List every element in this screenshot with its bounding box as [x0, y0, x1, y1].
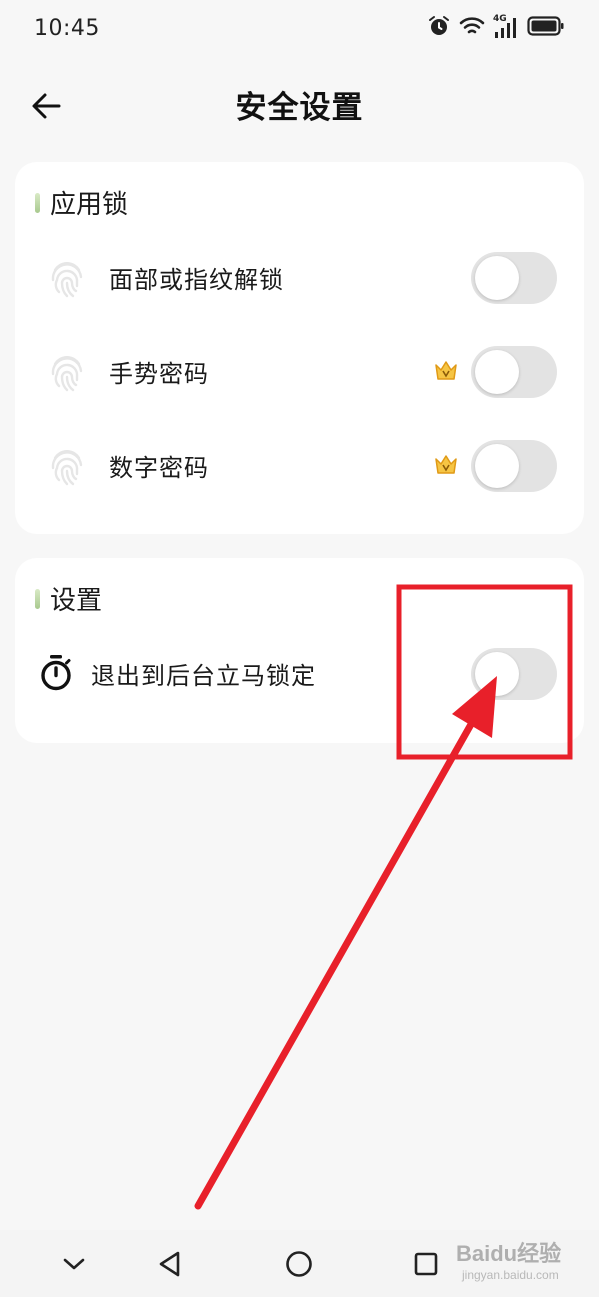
toggle-knob	[475, 350, 519, 394]
nav-collapse-button[interactable]	[54, 1244, 94, 1284]
wifi-icon	[459, 15, 485, 41]
signal-icon: 4G	[493, 14, 519, 40]
fingerprint-icon	[51, 356, 83, 392]
toggle-knob	[475, 652, 519, 696]
lock-on-background-label: 退出到后台立马锁定	[91, 662, 316, 690]
recents-square-icon	[414, 1252, 438, 1276]
app-lock-card: 应用锁 面部或指纹解锁 手势密码 数字密码	[15, 162, 584, 534]
section-accent-bar	[35, 192, 40, 213]
settings-section-header: 设置	[35, 580, 102, 617]
battery-icon	[527, 15, 565, 41]
face-fingerprint-unlock-row[interactable]: 面部或指纹解锁	[15, 238, 584, 318]
digit-password-label: 数字密码	[109, 454, 209, 482]
fingerprint-icon	[51, 450, 83, 486]
toggle-knob	[475, 256, 519, 300]
header: 安全设置	[0, 70, 599, 140]
face-fingerprint-unlock-toggle[interactable]	[471, 252, 557, 304]
status-time: 10:45	[34, 16, 100, 41]
app-lock-title: 应用锁	[50, 190, 129, 220]
vip-crown-icon	[435, 361, 457, 380]
app-lock-section-header: 应用锁	[35, 184, 128, 221]
lock-on-background-toggle[interactable]	[471, 648, 557, 700]
gesture-password-toggle[interactable]	[471, 346, 557, 398]
watermark-brand: Baidu经验	[456, 1241, 562, 1266]
toggle-knob	[475, 444, 519, 488]
nav-back-button[interactable]	[150, 1244, 190, 1284]
fingerprint-icon	[51, 262, 83, 298]
vip-crown-icon	[435, 455, 457, 474]
settings-title: 设置	[50, 586, 103, 616]
stopwatch-icon	[41, 655, 71, 691]
digit-password-toggle[interactable]	[471, 440, 557, 492]
nav-home-button[interactable]	[279, 1244, 319, 1284]
nav-recents-button[interactable]	[406, 1244, 446, 1284]
status-bar: 10:45 4G	[0, 0, 599, 60]
chevron-down-icon	[63, 1258, 85, 1270]
settings-card: 设置 退出到后台立马锁定	[15, 558, 584, 743]
page-title: 安全设置	[235, 90, 364, 126]
lock-on-background-row[interactable]: 退出到后台立马锁定	[15, 634, 584, 714]
back-triangle-icon	[159, 1251, 180, 1277]
baidu-watermark: Baidu经验 jingyan.baidu.com	[456, 1234, 596, 1292]
status-icons: 4G	[427, 14, 565, 42]
alarm-icon	[427, 14, 451, 42]
watermark-url: jingyan.baidu.com	[462, 1268, 559, 1282]
digit-password-row[interactable]: 数字密码	[15, 426, 584, 506]
gesture-password-label: 手势密码	[109, 360, 209, 388]
section-accent-bar	[35, 588, 40, 609]
face-fingerprint-unlock-label: 面部或指纹解锁	[109, 266, 284, 294]
home-circle-icon	[286, 1251, 312, 1277]
gesture-password-row[interactable]: 手势密码	[15, 332, 584, 412]
annotation-arrow-shaft	[194, 708, 482, 1210]
